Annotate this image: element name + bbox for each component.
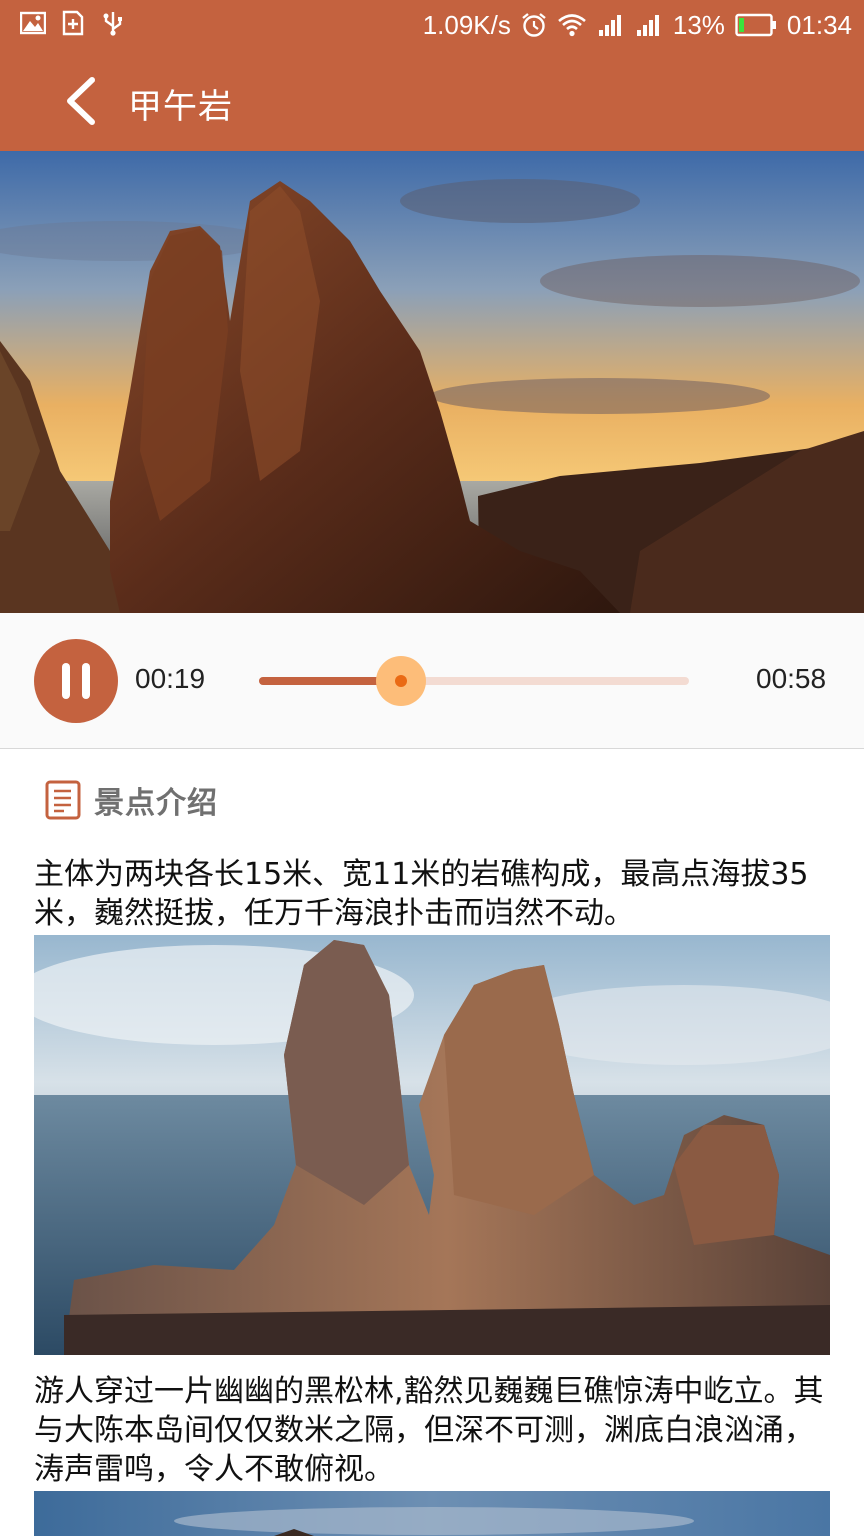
battery-icon xyxy=(735,13,776,37)
usb-icon xyxy=(103,12,122,36)
status-right: 1.09K/s 13% 01:34 xyxy=(423,8,852,42)
signal-icon xyxy=(598,15,621,36)
page-title: 甲午岩 xyxy=(128,87,233,127)
network-speed: 1.09K/s xyxy=(422,9,511,40)
alarm-icon xyxy=(522,13,546,37)
back-button[interactable] xyxy=(58,74,106,128)
battery-percent: 13% xyxy=(672,9,725,40)
total-time: 00:58 xyxy=(756,663,827,694)
current-time: 00:19 xyxy=(135,663,206,694)
pause-icon xyxy=(82,663,90,699)
audio-player: 00:19 00:58 xyxy=(0,613,864,749)
chevron-left-icon xyxy=(67,77,95,125)
attraction-photo xyxy=(34,1491,830,1536)
intro-paragraph: 主体为两块各长15米、宽11米的岩礁构成，最高点海拔35米，巍然挺拔，任万千海浪… xyxy=(34,857,809,931)
status-bar: 1.09K/s 13% 01:34 xyxy=(0,0,864,50)
pause-button[interactable] xyxy=(34,639,118,723)
progress-thumb[interactable] xyxy=(376,656,426,706)
section-heading: 景点介绍 xyxy=(94,786,218,821)
intro-header: 景点介绍 xyxy=(44,778,218,822)
document-icon xyxy=(45,780,81,820)
hero-image xyxy=(0,151,864,613)
clock: 01:34 xyxy=(786,9,852,40)
image-icon xyxy=(20,11,46,35)
battery-level xyxy=(738,18,744,32)
status-left-icons xyxy=(20,10,126,36)
intro-paragraph: 游人穿过一片幽幽的黑松林,豁然见巍巍巨礁惊涛中屹立。其与大陈本岛间仅仅数米之隔，… xyxy=(34,1374,824,1487)
signal-icon xyxy=(636,15,659,36)
wifi-icon xyxy=(558,14,586,37)
sim-plus-icon xyxy=(62,10,84,36)
attraction-photo xyxy=(34,935,830,1355)
pause-icon xyxy=(62,663,70,699)
app-toolbar: 甲午岩 xyxy=(0,50,864,151)
progress-track[interactable] xyxy=(259,656,689,706)
